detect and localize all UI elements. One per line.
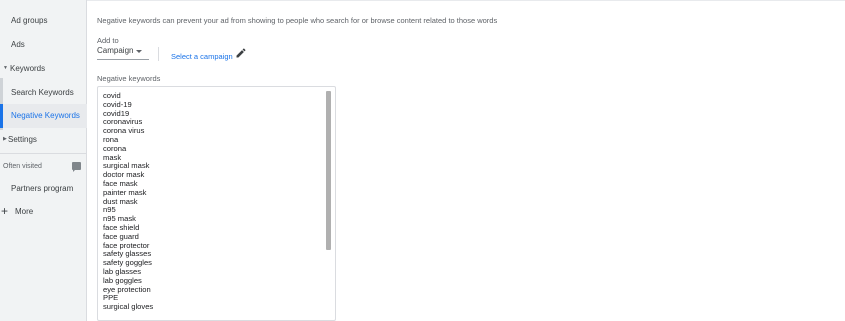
divider [87,0,845,1]
main-content: Negative keywords can prevent your ad fr… [87,0,845,321]
sidebar-item-label: Ad groups [11,16,48,25]
negative-keywords-textarea[interactable]: covid covid-19 covid19 coronavirus corona vi… [97,86,336,321]
app-root: Ad groups Ads ▼ Keywords Search Keywords… [0,0,845,321]
divider [158,47,159,61]
keyword-list: covid covid-19 covid19 coronavirus corona vi… [103,91,154,312]
keyword-item: surgical gloves [103,302,154,312]
sidebar-item-ads[interactable]: Ads [0,40,87,52]
sidebar-item-label: Settings [8,135,37,144]
sidebar-item-ad-groups[interactable]: Ad groups [0,16,87,28]
sidebar-item-label: More [15,207,34,216]
add-to-select[interactable]: Campaign [97,46,149,60]
scrollbar[interactable] [326,91,331,250]
divider [0,153,87,154]
pencil-icon[interactable] [235,47,247,59]
chevron-down-icon: ▼ [3,65,8,71]
chevron-right-icon: ▶ [3,136,7,142]
often-visited-label: Often visited [3,163,42,170]
sidebar-item-label: Partners program [11,184,74,193]
add-to-label: Add to [97,36,119,45]
sidebar-item-label: Ads [11,40,25,49]
sidebar-item-keywords[interactable]: ▼ Keywords [0,64,87,76]
select-campaign-link[interactable]: Select a campaign [171,52,233,61]
sidebar: Ad groups Ads ▼ Keywords Search Keywords… [0,0,87,321]
sidebar-item-label: Search Keywords [11,88,74,97]
add-to-value: Campaign [97,46,134,55]
sidebar-item-search-keywords[interactable]: Search Keywords [0,88,87,100]
sidebar-item-label: Negative Keywords [11,111,80,120]
description-text: Negative keywords can prevent your ad fr… [97,16,498,25]
feedback-icon[interactable] [72,162,81,172]
sidebar-item-negative-keywords[interactable]: Negative Keywords [0,104,87,128]
negative-keywords-label: Negative keywords [97,74,161,83]
dropdown-arrow-icon [136,50,142,53]
sidebar-item-label: Keywords [10,64,46,73]
sidebar-item-settings[interactable]: ▶ Settings [0,135,87,147]
sidebar-item-more[interactable]: More [0,207,87,219]
sidebar-item-partners-program[interactable]: Partners program [0,184,87,196]
